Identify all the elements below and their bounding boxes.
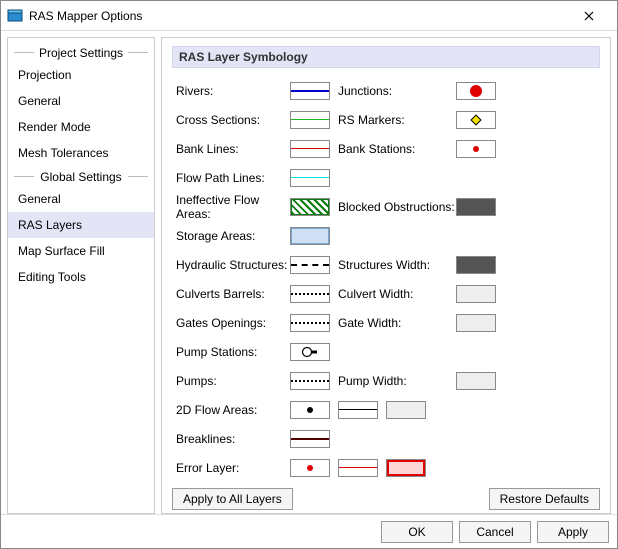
label-rs-markers: RS Markers: [338,113,456,127]
label-ineffective-flow: Ineffective Flow Areas: [172,193,290,221]
swatch-breaklines[interactable] [290,430,330,448]
swatch-rs-markers[interactable] [456,111,496,129]
swatch-2d-line[interactable] [338,401,378,419]
row-pump-stations: Pump Stations: [172,337,600,366]
nav-heading-project: Project Settings [8,42,154,62]
row-error-layer: Error Layer: [172,453,600,482]
title-bar: RAS Mapper Options [1,1,617,31]
swatch-2d-fill[interactable] [386,401,426,419]
swatch-gate-width[interactable] [456,314,496,332]
row-gates-openings: Gates Openings: Gate Width: [172,308,600,337]
swatch-cross-sections[interactable] [290,111,330,129]
apply-button[interactable]: Apply [537,521,609,543]
swatch-junctions[interactable] [456,82,496,100]
row-flow-path-lines: Flow Path Lines: [172,163,600,192]
row-culverts-barrels: Culverts Barrels: Culvert Width: [172,279,600,308]
nav-tree: Project Settings Projection General Rend… [7,37,155,514]
swatch-culverts-barrels[interactable] [290,285,330,303]
swatch-gates-openings[interactable] [290,314,330,332]
window-title: RAS Mapper Options [29,9,567,23]
pump-icon [300,346,320,358]
swatch-pump-stations[interactable] [290,343,330,361]
dialog-footer: OK Cancel Apply [1,514,617,548]
label-breaklines: Breaklines: [172,432,290,446]
nav-item-general[interactable]: General [8,88,154,114]
label-junctions: Junctions: [338,84,456,98]
swatch-storage-areas[interactable] [290,227,330,245]
row-hydraulic-structures: Hydraulic Structures: Structures Width: [172,250,600,279]
swatch-blocked-obstructions[interactable] [456,198,496,216]
swatch-error-fill[interactable] [386,459,426,477]
swatch-rivers[interactable] [290,82,330,100]
nav-item-general-global[interactable]: General [8,186,154,212]
swatch-pumps[interactable] [290,372,330,390]
label-pumps: Pumps: [172,374,290,388]
nav-item-mesh-tolerances[interactable]: Mesh Tolerances [8,140,154,166]
restore-defaults-button[interactable]: Restore Defaults [489,488,600,510]
nav-item-map-surface-fill[interactable]: Map Surface Fill [8,238,154,264]
label-pump-width: Pump Width: [338,374,456,388]
row-2d-flow-areas: 2D Flow Areas: [172,395,600,424]
close-button[interactable] [567,2,611,30]
swatch-bank-lines[interactable] [290,140,330,158]
swatch-pump-width[interactable] [456,372,496,390]
label-flow-path-lines: Flow Path Lines: [172,171,290,185]
label-storage-areas: Storage Areas: [172,229,290,243]
row-bank-lines: Bank Lines: Bank Stations: [172,134,600,163]
app-icon [7,8,23,24]
nav-heading-global: Global Settings [8,166,154,186]
nav-item-projection[interactable]: Projection [8,62,154,88]
nav-item-render-mode[interactable]: Render Mode [8,114,154,140]
symbology-rows: Rivers: Junctions: Cross Sections: RS Ma… [172,76,600,482]
label-error-layer: Error Layer: [172,461,290,475]
row-ineffective-flow: Ineffective Flow Areas: Blocked Obstruct… [172,192,600,221]
swatch-error-point[interactable] [290,459,330,477]
apply-to-all-layers-button[interactable]: Apply to All Layers [172,488,293,510]
label-pump-stations: Pump Stations: [172,345,290,359]
label-blocked-obstructions: Blocked Obstructions: [338,200,456,214]
label-structures-width: Structures Width: [338,258,456,272]
row-rivers: Rivers: Junctions: [172,76,600,105]
row-cross-sections: Cross Sections: RS Markers: [172,105,600,134]
ok-button[interactable]: OK [381,521,453,543]
swatch-error-line[interactable] [338,459,378,477]
label-cross-sections: Cross Sections: [172,113,290,127]
row-pumps: Pumps: Pump Width: [172,366,600,395]
swatch-hydraulic-structures[interactable] [290,256,330,274]
panel-title: RAS Layer Symbology [172,46,600,68]
label-bank-stations: Bank Stations: [338,142,456,156]
main-area: Project Settings Projection General Rend… [1,31,617,514]
nav-item-ras-layers[interactable]: RAS Layers [8,212,154,238]
label-culvert-width: Culvert Width: [338,287,456,301]
swatch-flow-path-lines[interactable] [290,169,330,187]
panel-bottom-buttons: Apply to All Layers Restore Defaults [172,488,600,510]
label-bank-lines: Bank Lines: [172,142,290,156]
label-hydraulic-structures: Hydraulic Structures: [172,258,290,272]
swatch-structures-width[interactable] [456,256,496,274]
swatch-culvert-width[interactable] [456,285,496,303]
label-gate-width: Gate Width: [338,316,456,330]
label-rivers: Rivers: [172,84,290,98]
row-storage-areas: Storage Areas: [172,221,600,250]
nav-item-editing-tools[interactable]: Editing Tools [8,264,154,290]
label-2d-flow-areas: 2D Flow Areas: [172,403,290,417]
label-culverts-barrels: Culverts Barrels: [172,287,290,301]
cancel-button[interactable]: Cancel [459,521,531,543]
settings-panel: RAS Layer Symbology Rivers: Junctions: C… [161,37,611,514]
row-breaklines: Breaklines: [172,424,600,453]
label-gates-openings: Gates Openings: [172,316,290,330]
swatch-bank-stations[interactable] [456,140,496,158]
swatch-2d-point[interactable] [290,401,330,419]
swatch-ineffective-flow[interactable] [290,198,330,216]
